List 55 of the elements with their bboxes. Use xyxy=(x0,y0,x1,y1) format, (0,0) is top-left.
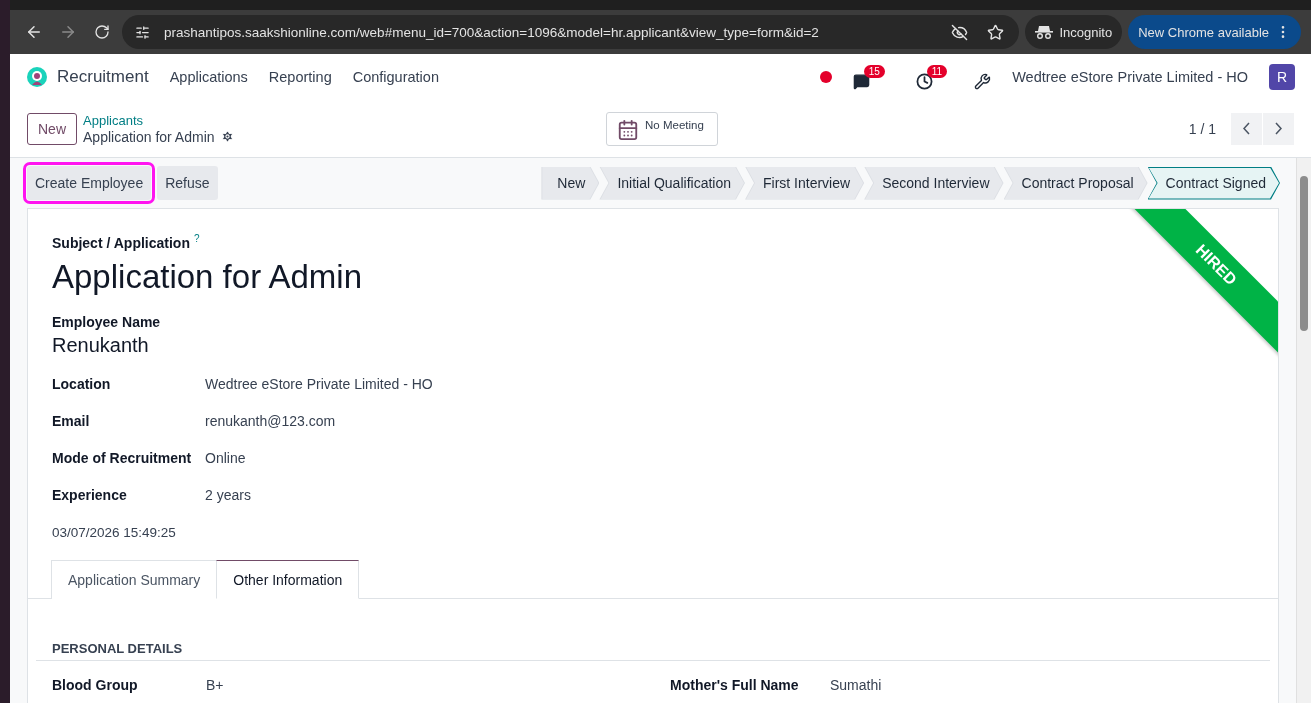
field-label: Mode of Recruitment xyxy=(52,449,193,466)
activities-button[interactable]: 11 xyxy=(915,64,948,90)
stage-button[interactable]: New xyxy=(541,166,600,200)
gear-icon[interactable] xyxy=(220,130,234,143)
field-value[interactable]: Sumathi xyxy=(830,677,1254,694)
field-label: Location xyxy=(52,375,112,392)
app-name[interactable]: Recruitment xyxy=(57,67,149,87)
stage-button[interactable]: Contract Proposal xyxy=(1003,166,1148,200)
company-switcher[interactable]: Wedtree eStore Private Limited - HO xyxy=(1012,69,1248,85)
clock-icon xyxy=(915,72,933,90)
stage-button[interactable]: Contract Signed xyxy=(1147,166,1280,200)
date-text: 03/07/2026 15:49:25 xyxy=(52,525,177,541)
field-value[interactable]: Online xyxy=(205,449,1254,466)
section-heading: PERSONAL DETAILS xyxy=(36,641,1270,662)
app-logo-icon xyxy=(26,66,48,88)
help-mark[interactable]: ? xyxy=(193,233,200,244)
chevron-right-icon xyxy=(1275,122,1282,135)
record-title[interactable]: Application for Admin xyxy=(52,258,362,297)
status-dot xyxy=(819,71,832,83)
breadcrumb-link[interactable]: Applicants xyxy=(83,112,606,129)
menu-item[interactable]: Configuration xyxy=(352,69,439,85)
field-value[interactable]: renukanth@123.com xyxy=(205,412,1254,429)
chevron-left-icon xyxy=(1243,122,1250,135)
field-label: Experience xyxy=(52,486,128,503)
action-button[interactable]: Refuse xyxy=(157,166,218,200)
field-label: Employee Name xyxy=(52,314,162,331)
stage-button[interactable]: First Interview xyxy=(745,166,865,200)
chat-icon xyxy=(852,72,870,90)
employee-name[interactable]: Renukanth xyxy=(52,334,1254,358)
new-button[interactable]: New xyxy=(27,112,77,145)
tab[interactable]: Other Information xyxy=(216,560,360,600)
user-avatar[interactable]: R xyxy=(1269,64,1295,90)
breadcrumb-current: Application for Admin xyxy=(83,128,215,145)
menu-item[interactable]: Reporting xyxy=(268,69,332,85)
scrollbar[interactable] xyxy=(1296,158,1311,703)
messages-button[interactable]: 15 xyxy=(852,64,885,90)
field-value[interactable]: B+ xyxy=(206,677,670,694)
field-value[interactable]: 2 years xyxy=(205,486,1254,503)
field-value[interactable]: Wedtree eStore Private Limited - HO xyxy=(205,375,1254,392)
stage-button[interactable]: Initial Qualification xyxy=(599,166,745,200)
menu-item[interactable]: Applications xyxy=(169,69,248,85)
pager-value: 1 / 1 xyxy=(1188,120,1216,137)
stage-button[interactable]: Second Interview xyxy=(864,166,1004,200)
meeting-button[interactable]: No Meeting xyxy=(606,111,718,146)
field-label: Mother's Full Name xyxy=(670,677,800,694)
update-button[interactable]: New Chrome available xyxy=(1128,15,1301,49)
tab[interactable]: Application Summary xyxy=(51,560,218,600)
address-bar[interactable]: prashantipos.saakshionline.com/web#menu_id=700&action=1096&model=hr.applicant&view_type=form&id=2 xyxy=(122,15,1020,49)
calendar-icon xyxy=(617,118,639,141)
incognito-icon xyxy=(1035,25,1054,39)
field-label: Subject / Application xyxy=(52,235,190,252)
field-label: Blood Group xyxy=(52,677,139,694)
url-text: prashantipos.saakshionline.com/web#menu_id=700&action=1096&model=hr.applicant&view_type=form&id=2 xyxy=(164,24,820,40)
incognito-indicator[interactable]: Incognito xyxy=(1025,15,1123,49)
field-label: Email xyxy=(52,412,91,429)
